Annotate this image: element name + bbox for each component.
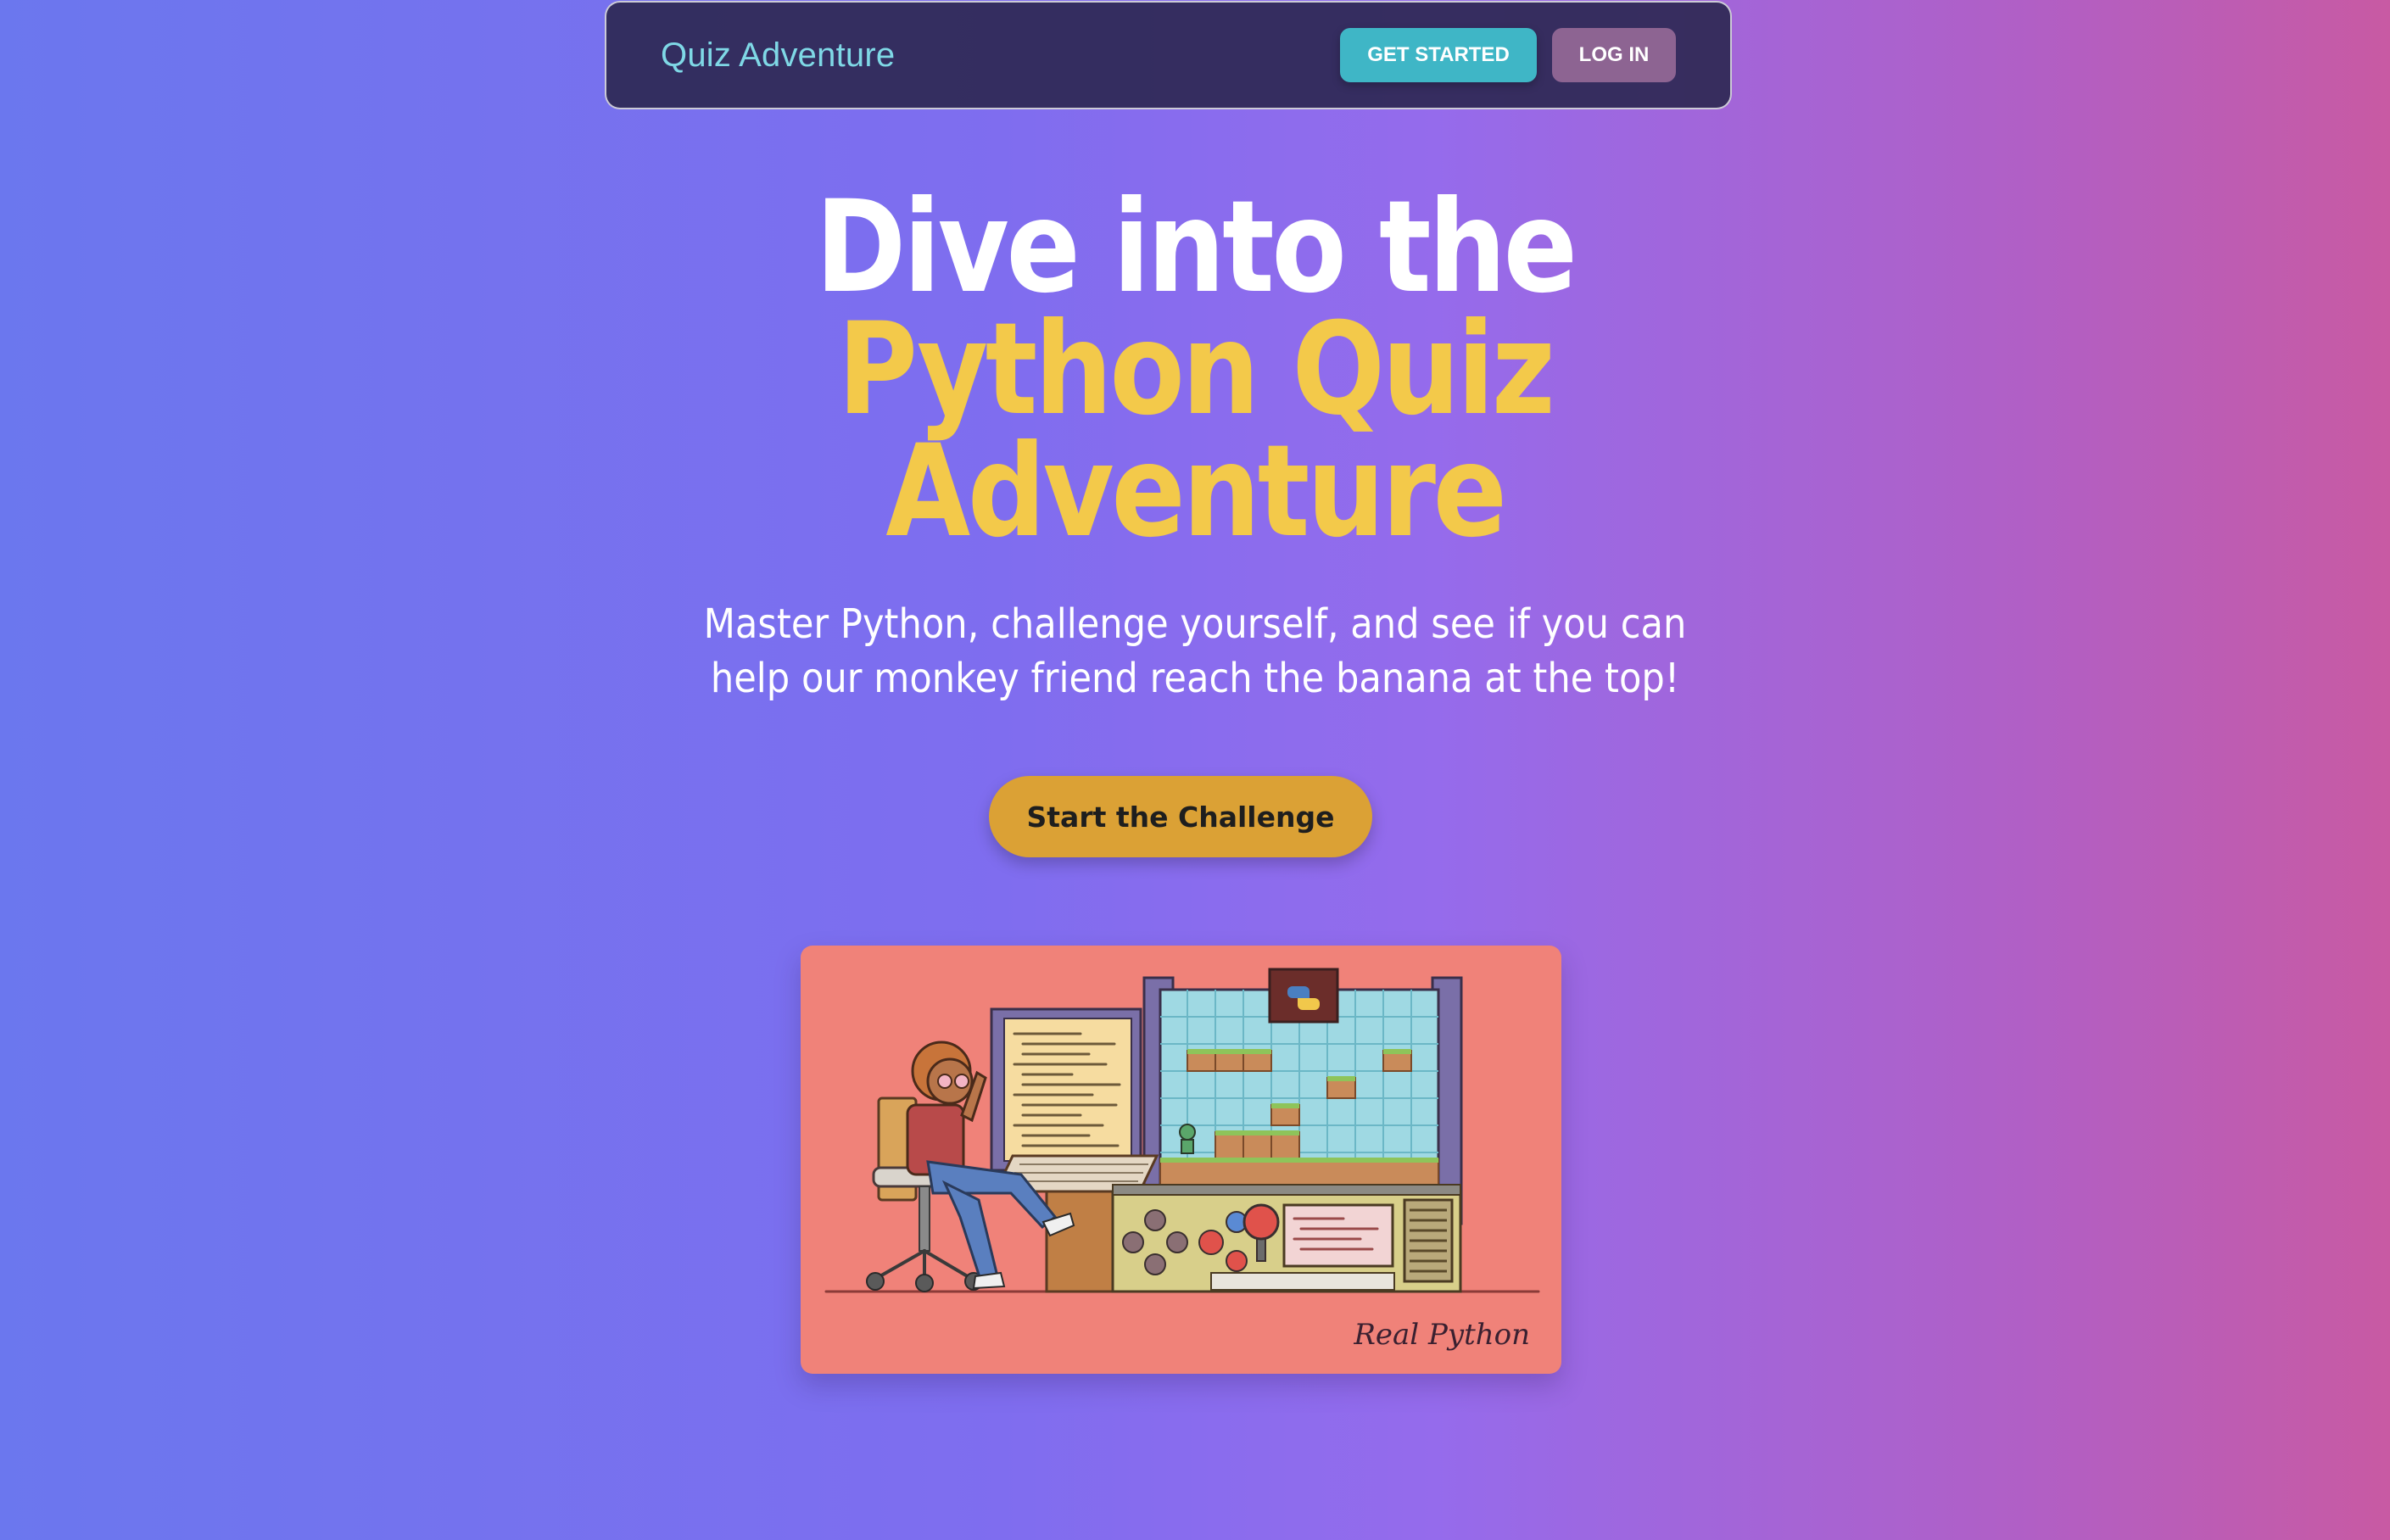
headline-line-2: Python Quiz xyxy=(837,296,1555,444)
hero-headline: Dive into the Python Quiz Adventure xyxy=(167,174,2222,566)
gamer-desk-illustration: Real Python xyxy=(824,968,1540,1352)
brand-logo-text[interactable]: Quiz Adventure xyxy=(661,36,895,75)
hero-section: Dive into the Python Quiz Adventure Mast… xyxy=(0,174,2390,706)
get-started-button[interactable]: GET STARTED xyxy=(1340,28,1537,82)
login-button[interactable]: LOG IN xyxy=(1552,28,1676,82)
start-challenge-button[interactable]: Start the Challenge xyxy=(989,776,1372,857)
nav-actions: GET STARTED LOG IN xyxy=(1340,28,1676,82)
real-python-watermark: Real Python xyxy=(1353,1318,1530,1352)
hero-subtitle: Master Python, challenge yourself, and s… xyxy=(703,600,1687,702)
top-navbar: Quiz Adventure GET STARTED LOG IN xyxy=(605,1,1732,109)
hero-illustration: Real Python xyxy=(801,946,1561,1374)
headline-line-1: Dive into the xyxy=(815,174,1578,321)
headline-line-3: Adventure xyxy=(885,418,1507,566)
